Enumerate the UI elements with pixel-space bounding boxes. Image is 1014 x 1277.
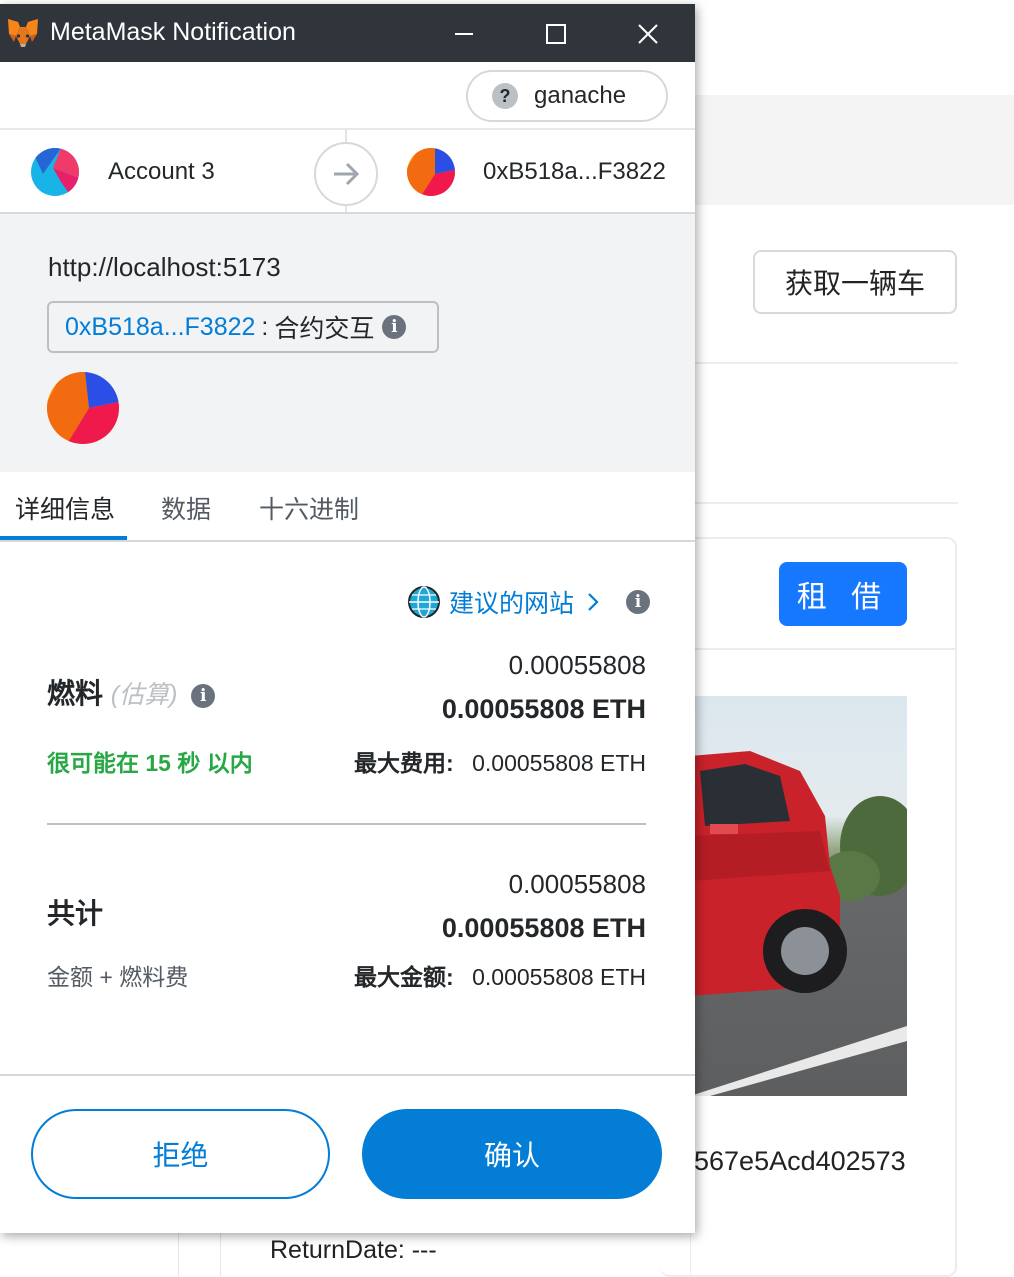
metamask-popup: MetaMask Notification ? ganache Account … (0, 4, 695, 1233)
maximize-icon (546, 24, 566, 44)
dapp-divider (690, 362, 958, 364)
confirm-button[interactable]: 确认 (362, 1109, 662, 1199)
globe-icon (408, 586, 440, 618)
total-amount-eth: 0.00055808 ETH (441, 913, 646, 943)
info-icon[interactable]: i (626, 590, 651, 614)
metamask-fox-icon (6, 16, 40, 50)
info-icon[interactable]: i (382, 315, 407, 339)
dapp-divider (690, 502, 958, 504)
gas-speed-estimate: 很可能在 15 秒 以内 (47, 750, 253, 776)
question-icon: ? (492, 83, 518, 109)
tab-data[interactable]: 数据 (161, 490, 211, 526)
network-label: ganache (534, 82, 627, 109)
suggested-site-label[interactable]: 建议的网站 (449, 584, 574, 620)
network-selector[interactable]: ? ganache (466, 70, 668, 122)
dapp-header-band (690, 95, 1014, 205)
maximize-button[interactable] (536, 14, 576, 54)
gas-label-text: 燃料 (47, 678, 104, 709)
contract-separator: : (261, 312, 269, 341)
return-date: ReturnDate: --- (270, 1236, 437, 1264)
card-divider (690, 648, 956, 650)
max-fee-row: 最大费用: 0.00055808 ETH (354, 744, 646, 778)
reject-button[interactable]: 拒绝 (31, 1109, 330, 1199)
contract-address[interactable]: 0xB518a...F3822 (65, 313, 255, 342)
tab-hex[interactable]: 十六进制 (259, 490, 359, 526)
dapp-divider (178, 1232, 179, 1276)
total-sub-label: 金额 + 燃料费 (47, 964, 189, 990)
to-account-address: 0xB518a...F3822 (483, 158, 666, 185)
close-button[interactable] (628, 14, 668, 54)
gas-fee-label: 燃料 (估算) i (47, 672, 216, 712)
close-icon (638, 24, 658, 44)
dapp-divider (220, 1232, 221, 1276)
arrow-right-icon (314, 142, 378, 206)
gas-fee-amount: 0.00055808 (508, 650, 646, 680)
gas-estimate-label: (估算) (110, 681, 178, 709)
divider (0, 1074, 695, 1076)
sender-recipient-row: Account 3 0xB518a...F3822 (0, 130, 695, 214)
to-account-avatar (407, 148, 455, 201)
from-account-avatar (31, 148, 79, 201)
total-label: 共计 (47, 898, 104, 929)
max-amount-value: 0.00055808 ETH (472, 964, 646, 990)
max-amount-row: 最大金额: 0.00055808 ETH (354, 958, 646, 992)
origin-url: http://localhost:5173 (48, 252, 281, 282)
titlebar: MetaMask Notification (0, 4, 695, 62)
car-illustration (690, 696, 907, 1096)
total-amount: 0.00055808 (508, 869, 646, 899)
chevron-right-icon (588, 593, 599, 611)
get-car-button[interactable]: 获取一辆车 (753, 250, 957, 314)
gas-fee-amount-eth: 0.00055808 ETH (441, 694, 646, 724)
contract-action: 合约交互 (274, 315, 375, 343)
max-amount-label: 最大金额: (354, 964, 454, 990)
tab-details[interactable]: 详细信息 (15, 490, 115, 526)
from-account-name: Account 3 (108, 158, 215, 185)
active-tab-indicator (0, 536, 127, 540)
minimize-icon (455, 33, 473, 35)
contract-avatar (47, 372, 119, 449)
max-fee-label: 最大费用: (354, 750, 454, 776)
max-fee-value: 0.00055808 ETH (472, 750, 646, 776)
suggested-site-link[interactable]: 建议的网站 i (407, 584, 651, 620)
window-title: MetaMask Notification (50, 18, 296, 46)
renter-address: 567e5Acd402573 (694, 1146, 906, 1176)
car-image (690, 696, 907, 1096)
contract-interaction-pill[interactable]: 0xB518a...F3822 : 合约交互 i (47, 301, 439, 353)
section-divider (47, 823, 646, 825)
transaction-origin: http://localhost:5173 0xB518a...F3822 : … (0, 214, 695, 472)
detail-tabs: 详细信息 数据 十六进制 (0, 472, 695, 542)
info-icon[interactable]: i (191, 684, 216, 708)
minimize-button[interactable] (444, 14, 484, 54)
rent-button[interactable]: 租 借 (779, 562, 907, 626)
